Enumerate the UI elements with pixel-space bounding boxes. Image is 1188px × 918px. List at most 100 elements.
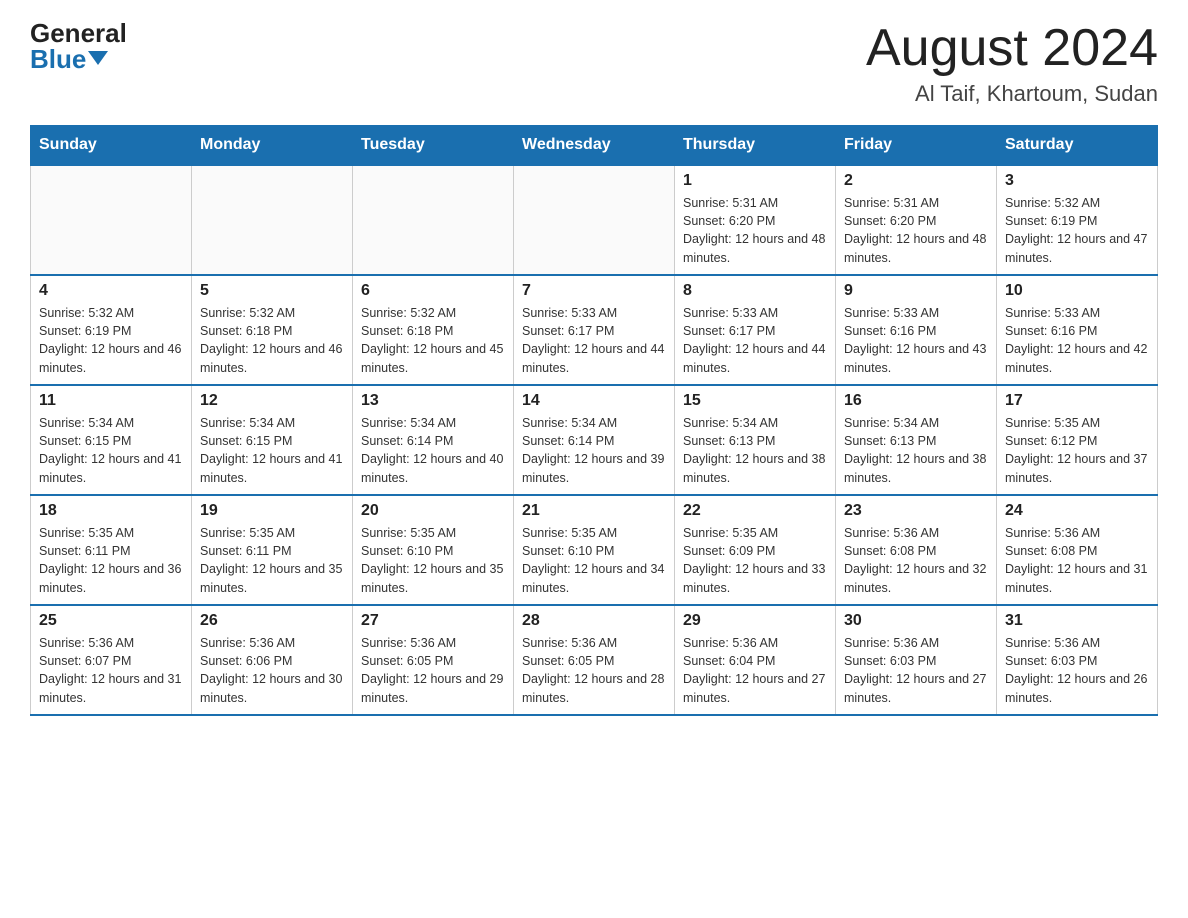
day-info: Sunrise: 5:36 AMSunset: 6:03 PMDaylight:… (1005, 634, 1149, 707)
day-number: 27 (361, 612, 505, 630)
calendar-cell: 8 Sunrise: 5:33 AMSunset: 6:17 PMDaylight… (675, 275, 836, 385)
calendar-week-row: 1Sunrise: 5:31 AMSunset: 6:20 PMDaylight… (31, 165, 1158, 275)
calendar-cell: 19Sunrise: 5:35 AMSunset: 6:11 PMDayligh… (192, 495, 353, 605)
calendar-cell (514, 165, 675, 275)
day-number: 8 (683, 282, 827, 300)
calendar-cell: 28Sunrise: 5:36 AMSunset: 6:05 PMDayligh… (514, 605, 675, 715)
day-info: Sunrise: 5:33 AMSunset: 6:16 PMDaylight:… (844, 304, 988, 377)
calendar-cell (31, 165, 192, 275)
day-info: Sunrise: 5:34 AMSunset: 6:15 PMDaylight:… (200, 414, 344, 487)
day-info: Sunrise: 5:33 AMSunset: 6:17 PMDaylight:… (522, 304, 666, 377)
calendar-cell: 15 Sunrise: 5:34 AMSunset: 6:13 PMDayligh… (675, 385, 836, 495)
day-number: 7 (522, 282, 666, 300)
calendar-cell: 10 Sunrise: 5:33 AMSunset: 6:16 PMDayligh… (997, 275, 1158, 385)
day-info: Sunrise: 5:35 AMSunset: 6:11 PMDaylight:… (200, 524, 344, 597)
day-info: Sunrise: 5:33 AMSunset: 6:17 PMDaylight:… (683, 304, 827, 377)
title-block: August 2024 Al Taif, Khartoum, Sudan (866, 20, 1158, 107)
day-info: Sunrise: 5:32 AMSunset: 6:19 PMDaylight:… (39, 304, 183, 377)
header-wednesday: Wednesday (514, 126, 675, 166)
header-tuesday: Tuesday (353, 126, 514, 166)
day-info: Sunrise: 5:32 AMSunset: 6:18 PMDaylight:… (361, 304, 505, 377)
calendar-cell: 16Sunrise: 5:34 AMSunset: 6:13 PMDayligh… (836, 385, 997, 495)
calendar-cell: 20Sunrise: 5:35 AMSunset: 6:10 PMDayligh… (353, 495, 514, 605)
day-info: Sunrise: 5:35 AMSunset: 6:09 PMDaylight:… (683, 524, 827, 597)
calendar-cell: 23Sunrise: 5:36 AMSunset: 6:08 PMDayligh… (836, 495, 997, 605)
day-info: Sunrise: 5:31 AMSunset: 6:20 PMDaylight:… (844, 194, 988, 267)
calendar-cell: 12 Sunrise: 5:34 AMSunset: 6:15 PMDayligh… (192, 385, 353, 495)
header-thursday: Thursday (675, 126, 836, 166)
day-number: 31 (1005, 612, 1149, 630)
calendar-cell: 7 Sunrise: 5:33 AMSunset: 6:17 PMDaylight… (514, 275, 675, 385)
calendar-cell: 11 Sunrise: 5:34 AMSunset: 6:15 PMDayligh… (31, 385, 192, 495)
day-info: Sunrise: 5:36 AMSunset: 6:04 PMDaylight:… (683, 634, 827, 707)
calendar-cell: 30 Sunrise: 5:36 AMSunset: 6:03 PMDayligh… (836, 605, 997, 715)
day-number: 15 (683, 392, 827, 410)
day-number: 29 (683, 612, 827, 630)
calendar-header-row: SundayMondayTuesdayWednesdayThursdayFrid… (31, 126, 1158, 166)
calendar-cell: 13 Sunrise: 5:34 AMSunset: 6:14 PMDayligh… (353, 385, 514, 495)
logo-triangle-icon (88, 51, 108, 65)
day-number: 4 (39, 282, 183, 300)
day-info: Sunrise: 5:34 AMSunset: 6:14 PMDaylight:… (361, 414, 505, 487)
day-info: Sunrise: 5:35 AMSunset: 6:12 PMDaylight:… (1005, 414, 1149, 487)
calendar-cell: 24 Sunrise: 5:36 AMSunset: 6:08 PMDayligh… (997, 495, 1158, 605)
header-monday: Monday (192, 126, 353, 166)
day-info: Sunrise: 5:36 AMSunset: 6:05 PMDaylight:… (522, 634, 666, 707)
day-number: 6 (361, 282, 505, 300)
header-saturday: Saturday (997, 126, 1158, 166)
location-title: Al Taif, Khartoum, Sudan (866, 81, 1158, 107)
day-number: 25 (39, 612, 183, 630)
calendar-cell: 17 Sunrise: 5:35 AMSunset: 6:12 PMDayligh… (997, 385, 1158, 495)
day-number: 10 (1005, 282, 1149, 300)
day-number: 30 (844, 612, 988, 630)
day-info: Sunrise: 5:33 AMSunset: 6:16 PMDaylight:… (1005, 304, 1149, 377)
day-info: Sunrise: 5:36 AMSunset: 6:07 PMDaylight:… (39, 634, 183, 707)
page-header: General Blue August 2024 Al Taif, Kharto… (30, 20, 1158, 107)
day-number: 12 (200, 392, 344, 410)
day-number: 23 (844, 502, 988, 520)
day-number: 13 (361, 392, 505, 410)
calendar-cell: 2 Sunrise: 5:31 AMSunset: 6:20 PMDaylight… (836, 165, 997, 275)
month-title: August 2024 (866, 20, 1158, 77)
day-number: 5 (200, 282, 344, 300)
calendar-table: SundayMondayTuesdayWednesdayThursdayFrid… (30, 125, 1158, 716)
logo: General Blue (30, 20, 127, 72)
day-info: Sunrise: 5:34 AMSunset: 6:14 PMDaylight:… (522, 414, 666, 487)
day-number: 22 (683, 502, 827, 520)
day-info: Sunrise: 5:36 AMSunset: 6:08 PMDaylight:… (1005, 524, 1149, 597)
day-number: 20 (361, 502, 505, 520)
day-number: 2 (844, 172, 988, 190)
calendar-cell (353, 165, 514, 275)
calendar-week-row: 25 Sunrise: 5:36 AMSunset: 6:07 PMDayligh… (31, 605, 1158, 715)
calendar-week-row: 4 Sunrise: 5:32 AMSunset: 6:19 PMDaylight… (31, 275, 1158, 385)
day-info: Sunrise: 5:35 AMSunset: 6:10 PMDaylight:… (522, 524, 666, 597)
calendar-cell: 22 Sunrise: 5:35 AMSunset: 6:09 PMDayligh… (675, 495, 836, 605)
calendar-cell: 29 Sunrise: 5:36 AMSunset: 6:04 PMDayligh… (675, 605, 836, 715)
day-info: Sunrise: 5:32 AMSunset: 6:19 PMDaylight:… (1005, 194, 1149, 267)
day-info: Sunrise: 5:31 AMSunset: 6:20 PMDaylight:… (683, 194, 827, 267)
day-info: Sunrise: 5:34 AMSunset: 6:13 PMDaylight:… (683, 414, 827, 487)
day-number: 17 (1005, 392, 1149, 410)
calendar-cell: 9 Sunrise: 5:33 AMSunset: 6:16 PMDaylight… (836, 275, 997, 385)
day-info: Sunrise: 5:35 AMSunset: 6:11 PMDaylight:… (39, 524, 183, 597)
calendar-cell: 1Sunrise: 5:31 AMSunset: 6:20 PMDaylight… (675, 165, 836, 275)
calendar-cell (192, 165, 353, 275)
calendar-week-row: 11 Sunrise: 5:34 AMSunset: 6:15 PMDayligh… (31, 385, 1158, 495)
calendar-cell: 5 Sunrise: 5:32 AMSunset: 6:18 PMDaylight… (192, 275, 353, 385)
calendar-cell: 14Sunrise: 5:34 AMSunset: 6:14 PMDayligh… (514, 385, 675, 495)
logo-general-text: General (30, 20, 127, 46)
day-number: 24 (1005, 502, 1149, 520)
day-number: 9 (844, 282, 988, 300)
day-number: 11 (39, 392, 183, 410)
day-info: Sunrise: 5:34 AMSunset: 6:15 PMDaylight:… (39, 414, 183, 487)
day-info: Sunrise: 5:36 AMSunset: 6:05 PMDaylight:… (361, 634, 505, 707)
day-number: 16 (844, 392, 988, 410)
header-friday: Friday (836, 126, 997, 166)
day-info: Sunrise: 5:36 AMSunset: 6:03 PMDaylight:… (844, 634, 988, 707)
day-info: Sunrise: 5:36 AMSunset: 6:06 PMDaylight:… (200, 634, 344, 707)
day-number: 3 (1005, 172, 1149, 190)
logo-blue-text: Blue (30, 46, 108, 72)
calendar-cell: 6 Sunrise: 5:32 AMSunset: 6:18 PMDaylight… (353, 275, 514, 385)
calendar-cell: 26Sunrise: 5:36 AMSunset: 6:06 PMDayligh… (192, 605, 353, 715)
day-info: Sunrise: 5:32 AMSunset: 6:18 PMDaylight:… (200, 304, 344, 377)
